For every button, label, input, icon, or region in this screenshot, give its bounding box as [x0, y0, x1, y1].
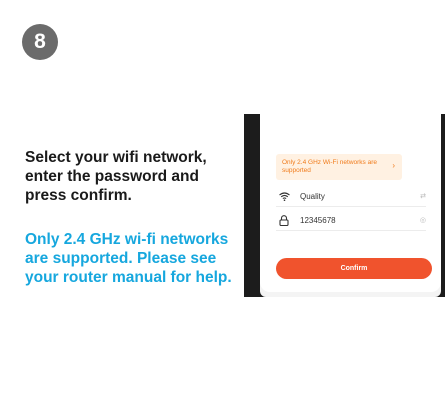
phone-screenshot: Only 2.4 GHz Wi-Fi networks are supporte…: [244, 114, 445, 297]
lock-icon: [276, 214, 292, 226]
step-number: 8: [34, 30, 46, 53]
wifi-icon: [276, 191, 292, 201]
phone-screen: Only 2.4 GHz Wi-Fi networks are supporte…: [260, 114, 441, 297]
wifi-network-field[interactable]: Quality ⇄: [276, 186, 426, 207]
chevron-right-icon: ›: [392, 161, 395, 170]
switch-network-icon[interactable]: ⇄: [420, 192, 426, 200]
frequency-note: Only 2.4 GHz wi-fi networks are supporte…: [25, 231, 232, 286]
show-password-icon[interactable]: ◎: [420, 216, 426, 224]
frequency-warning-banner[interactable]: Only 2.4 GHz Wi-Fi networks are supporte…: [276, 154, 402, 180]
warning-text: Only 2.4 GHz Wi-Fi networks are supporte…: [282, 159, 377, 174]
wifi-form-card: Only 2.4 GHz Wi-Fi networks are supporte…: [260, 114, 441, 292]
confirm-button[interactable]: Confirm: [276, 258, 432, 279]
wifi-network-name: Quality: [300, 191, 325, 201]
step-number-badge: 8: [22, 24, 58, 60]
password-value: 12345678: [300, 215, 336, 225]
password-field[interactable]: 12345678 ◎: [276, 210, 426, 231]
instruction-text: Select your wifi network, enter the pass…: [25, 149, 207, 204]
